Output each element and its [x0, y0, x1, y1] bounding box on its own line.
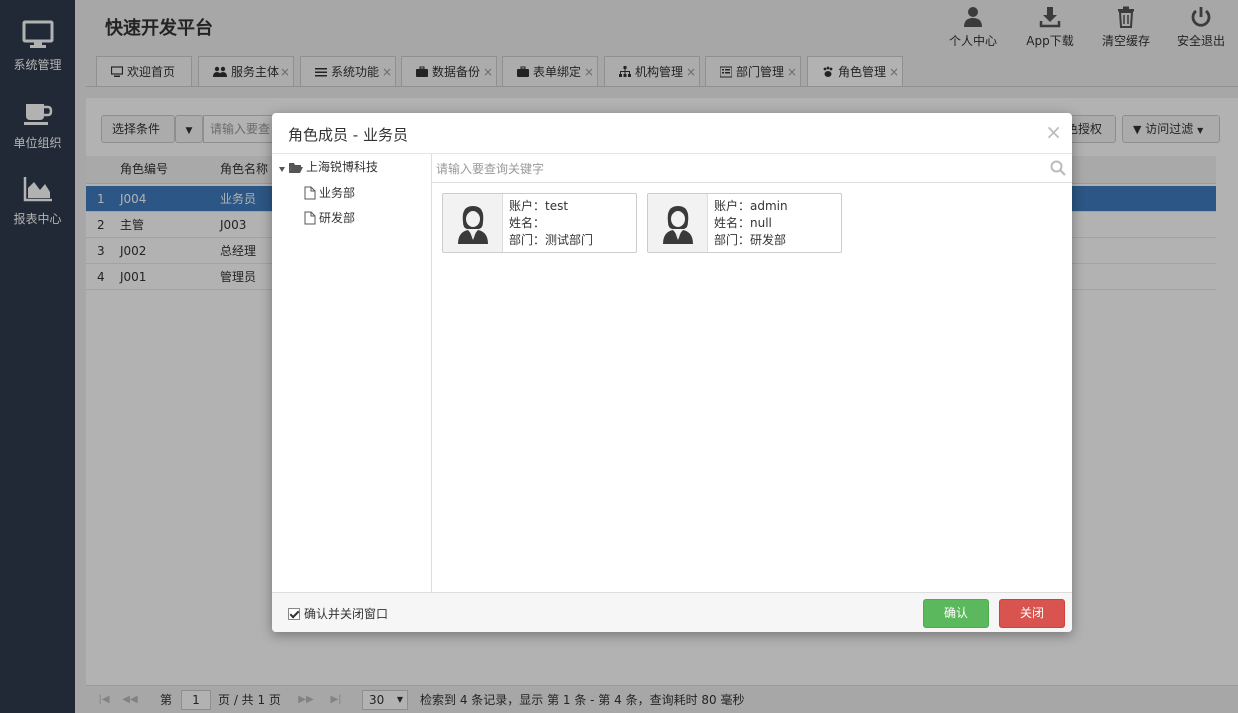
member-card[interactable]: 账户：test 姓名： 部门：测试部门 — [442, 193, 637, 253]
dialog-close-icon[interactable]: × — [1045, 122, 1062, 142]
dialog-header: 角色成员 - 业务员 × — [272, 113, 1072, 154]
female-user-icon — [663, 206, 693, 244]
member-info: 账户：admin 姓名：null 部门：研发部 — [714, 199, 788, 247]
checkbox-checked-icon — [288, 608, 300, 620]
tree-node-business-dept[interactable]: 业务部 — [304, 185, 355, 201]
role-members-dialog: 角色成员 - 业务员 × 上海锐博科技 业务部 研发部 请输入要查询关键字 账户… — [272, 113, 1072, 632]
search-icon[interactable] — [1050, 160, 1066, 176]
file-icon — [304, 186, 316, 200]
caret-down-icon — [279, 167, 285, 172]
close-button[interactable]: 关闭 — [999, 599, 1065, 628]
folder-open-icon — [289, 163, 303, 173]
org-tree: 上海锐博科技 业务部 研发部 — [272, 154, 432, 592]
keyword-search-bar — [432, 154, 1072, 183]
confirm-button[interactable]: 确认 — [923, 599, 989, 628]
avatar — [648, 194, 708, 252]
avatar — [443, 194, 503, 252]
member-card[interactable]: 账户：admin 姓名：null 部门：研发部 — [647, 193, 842, 253]
tree-node-root[interactable]: 上海锐博科技 — [278, 159, 378, 175]
dialog-footer: 确认并关闭窗口 确认 关闭 — [272, 592, 1072, 632]
tree-node-rd-dept[interactable]: 研发部 — [304, 210, 355, 226]
member-panel: 账户：test 姓名： 部门：测试部门 账户：admin 姓名：null 部门：… — [432, 154, 1072, 592]
keyword-search-input[interactable] — [436, 159, 1036, 179]
member-info: 账户：test 姓名： 部门：测试部门 — [509, 199, 594, 247]
female-user-icon — [458, 206, 488, 244]
dialog-title: 角色成员 - 业务员 — [288, 126, 408, 144]
file-icon — [304, 211, 316, 225]
confirm-and-close-checkbox[interactable]: 确认并关闭窗口 — [288, 605, 388, 622]
